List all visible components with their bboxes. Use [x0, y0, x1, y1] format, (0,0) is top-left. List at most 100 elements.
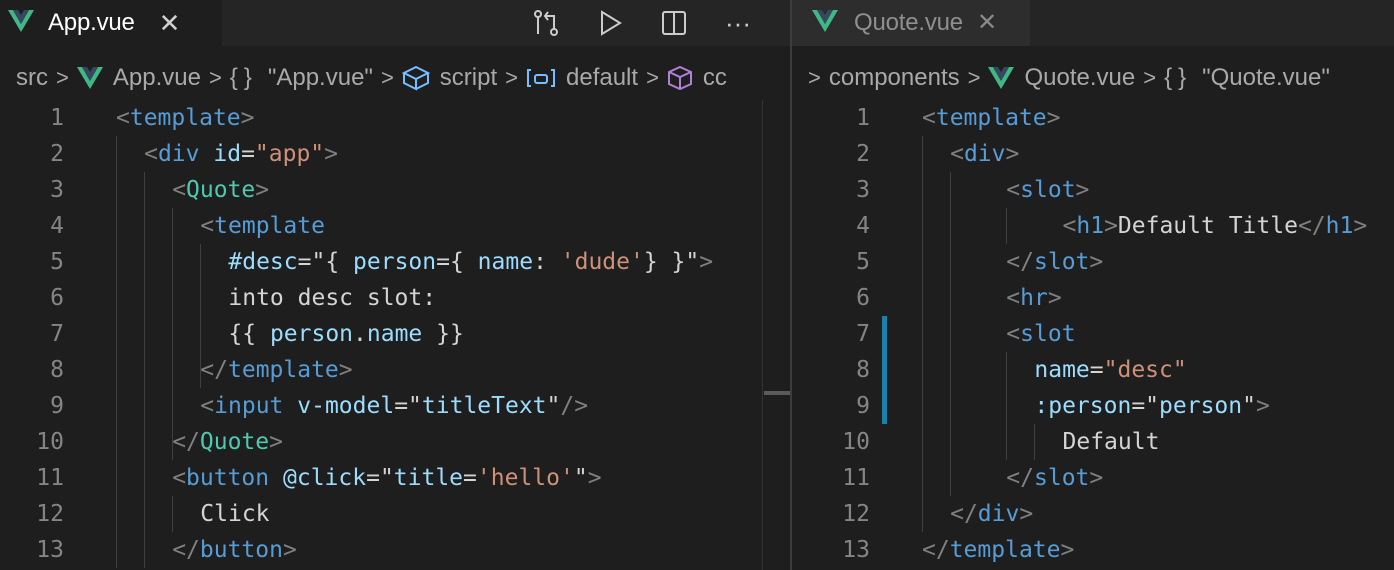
breadcrumb-src[interactable]: src — [16, 64, 48, 92]
code-token: = — [1089, 357, 1104, 383]
code-line: <slot> — [1006, 177, 1089, 203]
code-line: #desc="{ person={ name: 'dude'} }"> — [228, 249, 713, 275]
split-editor-icon[interactable] — [642, 0, 706, 46]
code-token: title — [393, 465, 464, 491]
code-token: < — [200, 393, 215, 419]
breadcrumb-separator: > — [208, 65, 222, 90]
code-token: input — [214, 393, 284, 419]
code-line: </button> — [172, 537, 297, 563]
code-token: slot — [1034, 465, 1090, 491]
breadcrumb-separator: > — [1143, 65, 1157, 90]
line-number: 6 — [856, 285, 870, 311]
line-number: 3 — [50, 177, 64, 203]
code-token: < — [1006, 177, 1021, 203]
code-token: into desc slot: — [228, 285, 437, 311]
code-token: 'hello' — [476, 465, 574, 491]
code-token: </ — [922, 537, 950, 563]
line-number: 11 — [842, 465, 870, 491]
code-token: > — [1046, 105, 1061, 131]
code-line: Default — [1063, 429, 1160, 455]
run-icon[interactable] — [578, 0, 642, 46]
code-token: div — [977, 501, 1020, 527]
breadcrumb-file-label: Quote.vue — [1024, 64, 1136, 91]
breadcrumb-module-label: "Quote.vue" — [1202, 64, 1330, 91]
code-line: <div id="app"> — [144, 141, 338, 167]
breadcrumb-components[interactable]: components — [829, 64, 960, 92]
line-number: 7 — [856, 321, 870, 347]
code-token: button — [199, 537, 283, 563]
line-number: 10 — [842, 429, 870, 455]
close-icon[interactable]: ✕ — [977, 11, 997, 35]
code-token: button — [186, 465, 270, 491]
indent-guide — [950, 172, 952, 496]
breadcrumb-file[interactable]: Quote.vue — [988, 64, 1135, 92]
code-token: name — [1034, 357, 1090, 383]
code-line: {{ person.name }} — [228, 321, 463, 347]
code-token: template — [214, 213, 325, 239]
code-token: > — [1089, 465, 1104, 491]
scrollbar[interactable] — [762, 100, 790, 570]
breadcrumb-separator: > — [380, 65, 394, 90]
code-token: > — [1104, 213, 1118, 239]
left-code-area[interactable]: 1 <template> 2 <div id="app"> 3 <Quote> 4 <temp… — [0, 100, 790, 570]
code-token: }} — [422, 321, 464, 347]
code-token: @click — [283, 465, 367, 491]
close-icon[interactable]: ✕ — [159, 10, 181, 36]
code-token: > — [338, 357, 353, 383]
vue-icon — [76, 67, 103, 89]
code-token: person — [269, 321, 354, 347]
tab-label: App.vue — [48, 9, 135, 36]
breadcrumb-separator: > — [967, 65, 981, 90]
breadcrumb-script[interactable]: script — [401, 64, 497, 92]
code-token: > — [1047, 285, 1062, 311]
line-number: 1 — [856, 105, 870, 131]
indent-guide — [172, 496, 174, 532]
code-token: > — [1353, 213, 1368, 239]
code-token: div — [157, 141, 200, 167]
code-line: <div> — [950, 141, 1019, 167]
code-token: > — [1060, 537, 1075, 563]
breadcrumb-cc[interactable]: cc — [667, 64, 727, 92]
code-token: < — [1006, 321, 1021, 347]
code-token: > — [269, 429, 283, 455]
compare-changes-icon[interactable] — [514, 0, 578, 46]
code-token: > — [324, 141, 339, 167]
breadcrumb-default[interactable]: default — [526, 64, 638, 92]
indent-guide — [200, 244, 202, 388]
code-token: slot — [1020, 321, 1076, 347]
code-token: < — [172, 177, 187, 203]
more-actions-icon[interactable]: ··· — [706, 0, 770, 46]
tab-app-vue[interactable]: App.vue ✕ — [0, 0, 222, 46]
code-token: slot — [1034, 249, 1090, 275]
code-token: Quote — [186, 177, 256, 203]
code-token: > — [240, 105, 255, 131]
code-token: =" — [366, 465, 394, 491]
line-number: 3 — [856, 177, 870, 203]
line-number: 12 — [36, 501, 64, 527]
line-number: 8 — [856, 357, 870, 383]
code-line: </div> — [950, 501, 1033, 527]
code-token: ="{ — [297, 249, 354, 275]
scrollbar-thumb[interactable] — [764, 391, 790, 395]
breadcrumb-module[interactable]: {} "App.vue" — [230, 64, 373, 92]
tab-quote-vue[interactable]: Quote.vue ✕ — [792, 0, 1030, 46]
code-token: : — [533, 249, 561, 275]
code-token: < — [1006, 285, 1021, 311]
vue-icon — [8, 9, 34, 37]
line-number: 10 — [36, 429, 64, 455]
breadcrumb-module[interactable]: {} "Quote.vue" — [1164, 64, 1330, 92]
line-number: 2 — [50, 141, 64, 167]
braces-icon: {} — [1164, 64, 1193, 91]
code-token: template — [228, 357, 339, 383]
code-line: <template> — [116, 105, 255, 131]
breadcrumb-file[interactable]: App.vue — [76, 64, 201, 92]
breadcrumb-cc-label: cc — [702, 64, 727, 91]
code-token: Click — [200, 501, 270, 527]
line-number: 9 — [50, 393, 64, 419]
modified-lines-indicator — [882, 316, 887, 424]
code-line: <h1>Default Title</h1> — [1063, 213, 1368, 239]
breadcrumb-file-label: App.vue — [112, 64, 201, 91]
indent-guide — [116, 136, 117, 568]
breadcrumb: > components > Quote.vue > {} "Quote.vue… — [792, 56, 1394, 100]
